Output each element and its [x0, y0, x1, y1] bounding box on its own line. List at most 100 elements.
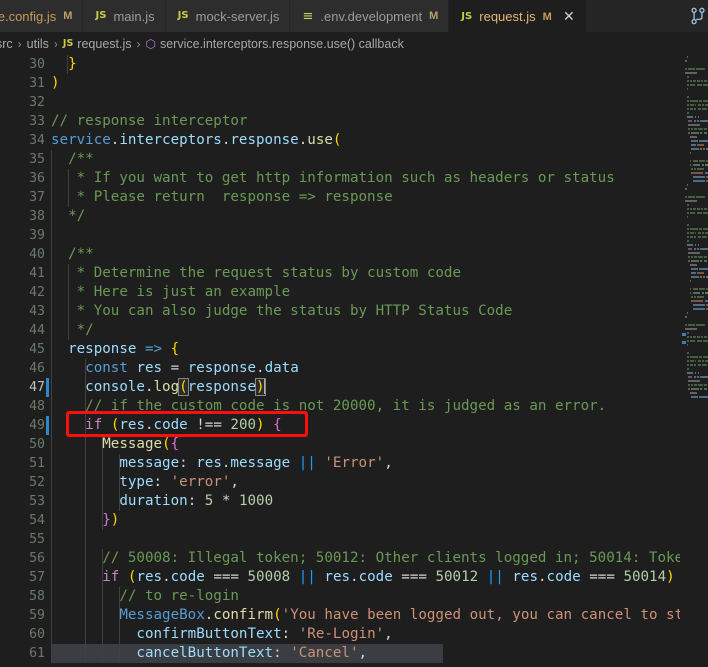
code-line[interactable]: 40 /** [0, 245, 708, 264]
tab-modified-badge: M [429, 10, 439, 22]
tab-vue-config-js[interactable]: vue.config.js M [0, 0, 84, 32]
code-line[interactable]: 51 message: res.message || 'Error', [0, 454, 708, 473]
code-text: * You can also judge the status by HTTP … [51, 303, 513, 319]
code-text: MessageBox.confirm('You have been logged… [119, 607, 708, 623]
env-file-icon: ≡ [302, 8, 314, 24]
code-line[interactable]: 55 [0, 530, 708, 549]
code-line[interactable]: 53 duration: 5 * 1000 [0, 492, 708, 511]
line-number: 51 [29, 456, 45, 471]
code-text: Message({ [102, 436, 180, 452]
modified-gutter-indicator [46, 416, 49, 435]
code-line[interactable]: 46 const res = response.data [0, 359, 708, 378]
line-number: 45 [29, 342, 45, 357]
line-number: 55 [29, 532, 45, 547]
line-number: 50 [29, 437, 45, 452]
code-line[interactable]: 50 Message({ [0, 435, 708, 454]
code-line[interactable]: 54 }) [0, 511, 708, 530]
code-line[interactable]: 35 /** [0, 150, 708, 169]
breadcrumb-item-utils[interactable]: utils [27, 37, 49, 51]
code-text: // response interceptor [51, 113, 248, 129]
code-line[interactable]: 45 response => { [0, 340, 708, 359]
breadcrumb-item-src[interactable]: src [0, 37, 13, 51]
js-file-icon: JS [95, 10, 107, 21]
line-number: 46 [29, 361, 45, 376]
line-number: 58 [29, 589, 45, 604]
code-line[interactable]: 34 service.interceptors.response.use( [0, 131, 708, 150]
editor-tab-bar: vue.config.js M JS main.js JS mock-serve… [0, 0, 708, 32]
code-text: duration: 5 * 1000 [119, 493, 274, 509]
code-text: /** [51, 151, 94, 167]
breadcrumb: src › utils › JS request.js › ⬡ service.… [0, 32, 708, 55]
line-number: 60 [29, 627, 45, 642]
code-line[interactable]: 33 // response interceptor [0, 112, 708, 131]
code-line[interactable]: 52 type: 'error', [0, 473, 708, 492]
minimap[interactable] [682, 55, 708, 667]
line-number: 52 [29, 475, 45, 490]
code-text: const res = response.data [85, 360, 299, 376]
tab-label: .env.development [320, 8, 423, 24]
code-text: if (res.code === 50008 || res.code === 5… [102, 569, 692, 585]
code-text: */ [51, 322, 94, 338]
code-text: service.interceptors.response.use( [51, 132, 342, 148]
code-line[interactable]: 57 if (res.code === 50008 || res.code ==… [0, 568, 708, 587]
code-line[interactable]: 39 [0, 226, 708, 245]
breadcrumb-item-symbol[interactable]: service.interceptors.response.use() call… [160, 37, 404, 51]
code-line[interactable]: 38 */ [0, 207, 708, 226]
code-text: cancelButtonText: 'Cancel', [136, 645, 368, 661]
code-line[interactable]: 41 * Determine the request status by cus… [0, 264, 708, 283]
code-text: } [51, 56, 77, 72]
line-number: 47 [29, 380, 45, 395]
line-number: 37 [29, 190, 45, 205]
tab-main-js[interactable]: JS main.js [83, 0, 166, 32]
line-number: 32 [29, 95, 45, 110]
tab-request-js[interactable]: JS request.js M ✕ [449, 0, 587, 32]
code-line[interactable]: 30 } [0, 55, 708, 74]
code-line[interactable]: 43 * You can also judge the status by HT… [0, 302, 708, 321]
minimap-modified-marker [682, 333, 686, 336]
line-number: 36 [29, 171, 45, 186]
code-line[interactable]: 59 MessageBox.confirm('You have been log… [0, 606, 708, 625]
js-file-icon: JS [461, 10, 473, 22]
code-line[interactable]: 36 * If you want to get http information… [0, 169, 708, 188]
code-text: * If you want to get http information su… [51, 170, 615, 186]
line-number: 35 [29, 152, 45, 167]
chevron-right-icon: › [17, 36, 22, 51]
code-line[interactable]: 61 cancelButtonText: 'Cancel', [0, 644, 708, 663]
vscode-window: vue.config.js M JS main.js JS mock-serve… [0, 0, 708, 667]
code-line[interactable]: 42 * Here is just an example [0, 283, 708, 302]
code-text: // 50008: Illegal token; 50012: Other cl… [51, 550, 708, 566]
code-line[interactable]: 32 [0, 93, 708, 112]
tab-modified-badge: M [542, 10, 552, 23]
tab-env-development[interactable]: ≡ .env.development M [290, 0, 450, 32]
line-number: 61 [29, 646, 45, 661]
line-number: 33 [29, 114, 45, 129]
code-line[interactable]: 31 ) [0, 74, 708, 93]
close-icon[interactable]: ✕ [562, 9, 576, 24]
code-line[interactable]: 49 if (res.code !== 200) { [0, 416, 708, 435]
code-line[interactable]: 58 // to re-login [0, 587, 708, 606]
code-line[interactable]: 48 // if the custom code is not 20000, i… [0, 397, 708, 416]
line-number: 41 [29, 266, 45, 281]
line-number: 30 [29, 57, 45, 72]
code-line-current[interactable]: 47 console.log(response) [0, 378, 708, 397]
code-editor[interactable]: 30 } 31 ) 32 33 // response interceptor … [0, 55, 708, 667]
breadcrumb-item-request-js[interactable]: request.js [77, 37, 131, 51]
editor-actions[interactable] [686, 0, 708, 32]
source-control-icon[interactable] [688, 7, 708, 25]
code-text: type: 'error', [119, 474, 239, 490]
code-text: // to re-login [51, 588, 239, 604]
line-number: 56 [29, 551, 45, 566]
code-line[interactable]: 44 */ [0, 321, 708, 340]
code-line[interactable]: 56 // 50008: Illegal token; 50012: Other… [0, 549, 708, 568]
line-number: 44 [29, 323, 45, 338]
code-text: confirmButtonText: 'Re-Login', [136, 626, 393, 642]
line-number: 48 [29, 399, 45, 414]
chevron-right-icon: › [53, 36, 58, 51]
code-line[interactable]: 60 confirmButtonText: 'Re-Login', [0, 625, 708, 644]
line-number: 57 [29, 570, 45, 585]
code-line[interactable]: 37 * Please return response => response [0, 188, 708, 207]
line-number: 43 [29, 304, 45, 319]
code-text: // if the custom code is not 20000, it i… [51, 398, 607, 414]
symbol-object-icon: ⬡ [145, 36, 156, 51]
tab-mock-server-js[interactable]: JS mock-server.js [165, 0, 291, 32]
